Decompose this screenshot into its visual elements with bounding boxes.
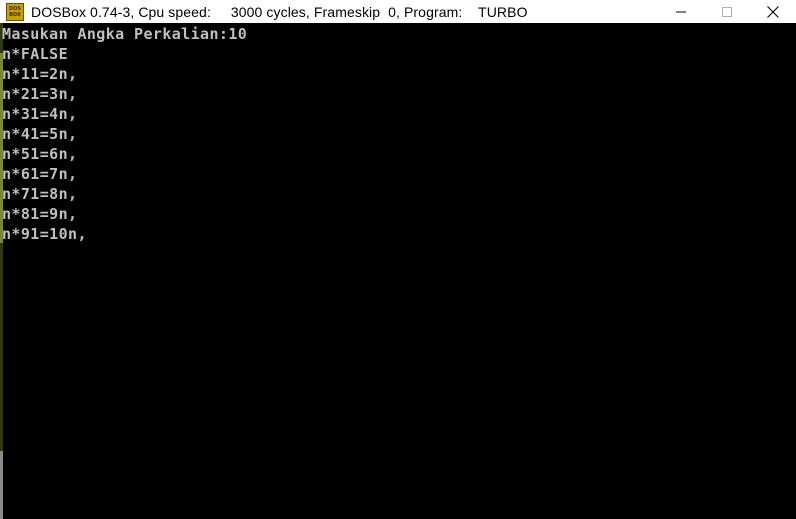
dosbox-icon[interactable]: DOS BOX <box>6 2 24 21</box>
console-line: n*FALSE <box>2 45 69 63</box>
maximize-button[interactable] <box>704 0 750 23</box>
console-output: Masukan Angka Perkalian:10 n*FALSE n*11=… <box>2 24 247 244</box>
maximize-icon <box>722 6 732 17</box>
dos-console[interactable]: Masukan Angka Perkalian:10 n*FALSE n*11=… <box>0 23 796 519</box>
console-line: Masukan Angka Perkalian:10 <box>2 25 248 43</box>
title-bar[interactable]: DOS BOX DOSBox 0.74-3, Cpu speed: 3000 c… <box>0 0 796 23</box>
minimize-icon <box>676 11 686 12</box>
console-line: n*31=4n, <box>2 105 78 123</box>
console-line: n*81=9n, <box>2 205 78 223</box>
console-line: n*91=10n, <box>2 225 87 243</box>
window-controls <box>658 0 796 23</box>
console-line: n*11=2n, <box>2 65 78 83</box>
close-icon <box>767 5 779 18</box>
console-line: n*21=3n, <box>2 85 78 103</box>
console-line: n*41=5n, <box>2 125 78 143</box>
minimize-button[interactable] <box>658 0 704 23</box>
console-line: n*61=7n, <box>2 165 78 183</box>
close-button[interactable] <box>750 0 796 23</box>
window-title: DOSBox 0.74-3, Cpu speed: 3000 cycles, F… <box>31 3 528 20</box>
console-line: n*71=8n, <box>2 185 78 203</box>
dosbox-window: DOS BOX DOSBox 0.74-3, Cpu speed: 3000 c… <box>0 0 796 519</box>
dosbox-icon-label-bottom: BOX <box>9 11 21 18</box>
background-window-edge-segment <box>0 451 3 519</box>
console-line: n*51=6n, <box>2 145 78 163</box>
